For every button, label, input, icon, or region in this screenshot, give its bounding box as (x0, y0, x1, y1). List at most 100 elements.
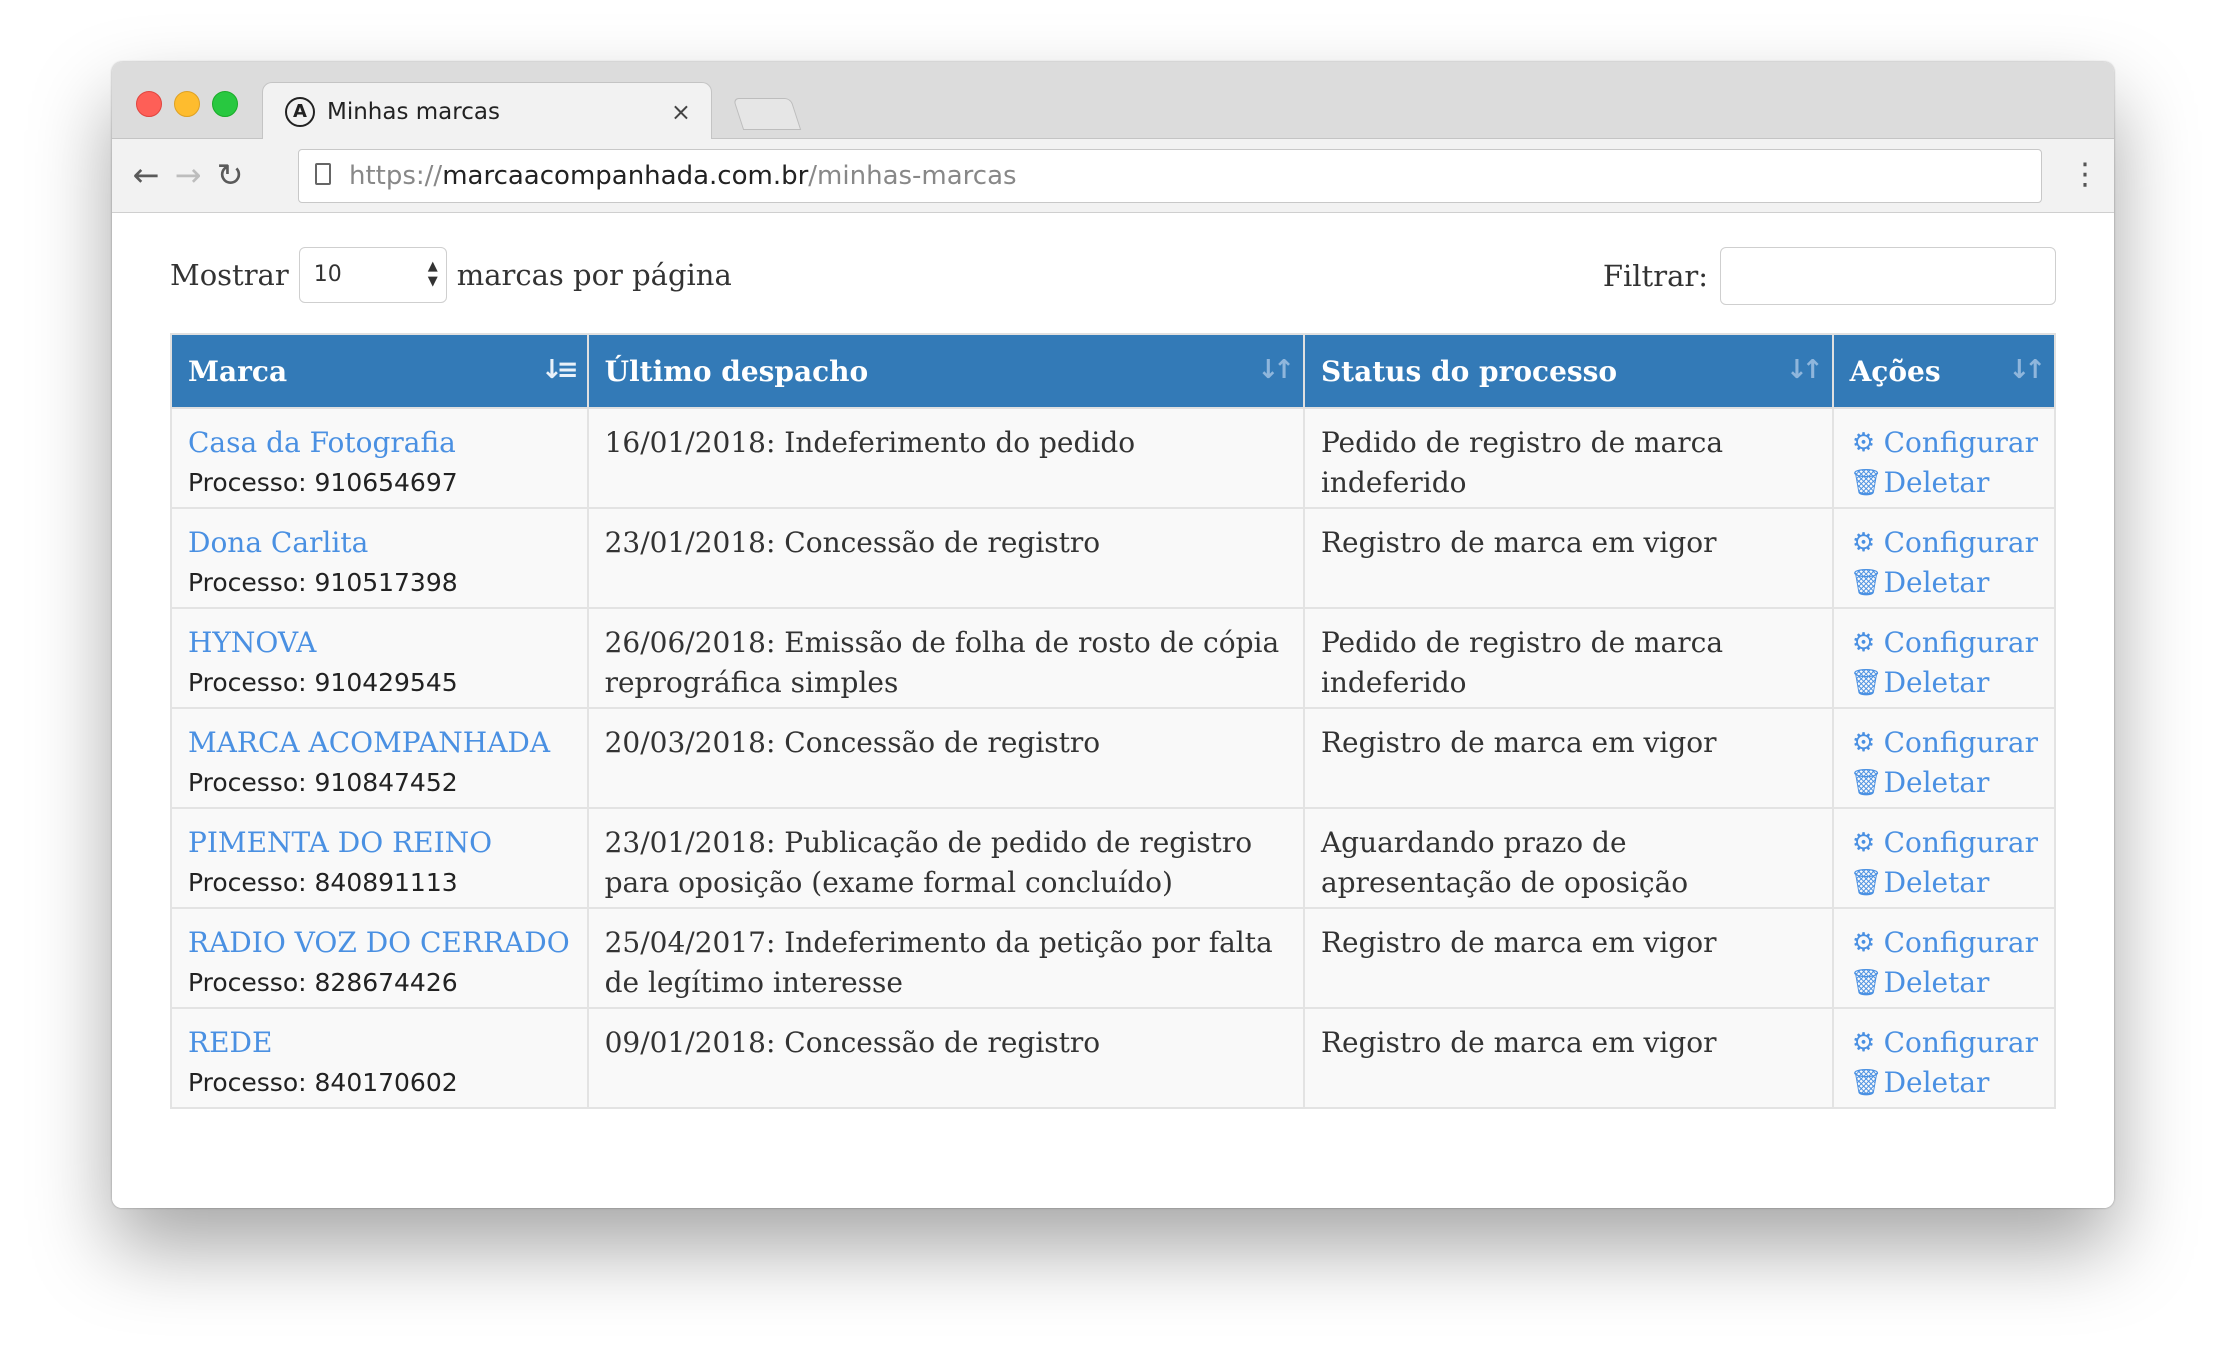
process-number: Processo: 828674426 (188, 968, 458, 997)
delete-link[interactable]: 🗑 Deletar (1850, 663, 2038, 703)
gear-icon: ⚙ (1851, 1028, 1876, 1058)
configure-label: Configurar (1883, 626, 2038, 659)
cell-despacho: 20/03/2018: Concessão de registro (586, 707, 1305, 809)
page-size-select[interactable]: 10 ▲ ▼ (298, 247, 447, 303)
process-number: Processo: 840891113 (188, 868, 458, 897)
page-icon (315, 163, 331, 185)
cell-despacho: 23/01/2018: Concessão de registro (586, 507, 1305, 609)
process-number: Processo: 840170602 (188, 1068, 458, 1097)
delete-link[interactable]: 🗑 Deletar (1850, 863, 2038, 903)
gear-icon: ⚙ (1851, 928, 1876, 958)
cell-status: Pedido de registro de marca indeferido (1302, 607, 1834, 709)
maximize-window-button[interactable] (212, 91, 238, 117)
forward-arrow-icon[interactable]: → (168, 155, 208, 195)
brand-link[interactable]: RADIO VOZ DO CERRADO (188, 923, 571, 963)
delete-link[interactable]: 🗑 Deletar (1850, 463, 2038, 503)
table-body: Casa da Fotografia Processo: 910654697 1… (170, 407, 2057, 1109)
reload-icon[interactable]: ↻ (210, 155, 250, 195)
trash-icon: 🗑 (1849, 468, 1883, 498)
sort-icon: ↓↑ (1785, 355, 1823, 385)
brand-link[interactable]: HYNOVA (188, 623, 571, 663)
gear-icon: ⚙ (1851, 528, 1876, 558)
cell-actions: ⚙ Configurar 🗑 Deletar (1831, 907, 2057, 1009)
brand-link[interactable]: Casa da Fotografia (188, 423, 571, 463)
cell-despacho: 09/01/2018: Concessão de registro (586, 1007, 1305, 1109)
back-arrow-icon[interactable]: ← (126, 155, 166, 195)
delete-label: Deletar (1883, 866, 1990, 899)
tab-title: Minhas marcas (327, 99, 500, 125)
sort-icon: ↓↑ (1257, 355, 1294, 385)
delete-label: Deletar (1883, 566, 1990, 599)
brand-link[interactable]: MARCA ACOMPANHADA (188, 723, 571, 763)
address-bar[interactable]: https://marcaacompanhada.com.br/minhas-m… (298, 149, 2042, 203)
configure-link[interactable]: ⚙ Configurar (1850, 823, 2038, 863)
cell-despacho: 23/01/2018: Publicação de pedido de regi… (586, 807, 1305, 909)
header-status[interactable]: Status do processo ↓↑ (1302, 333, 1834, 409)
page-size-control: Mostrar 10 ▲ ▼ marcas por página (170, 247, 732, 303)
show-label: Mostrar (170, 258, 289, 292)
brand-link[interactable]: PIMENTA DO REINO (188, 823, 571, 863)
configure-link[interactable]: ⚙ Configurar (1850, 423, 2038, 463)
url-text[interactable]: https://marcaacompanhada.com.br/minhas-m… (349, 159, 1017, 193)
filter-input[interactable] (1720, 247, 2056, 305)
close-window-button[interactable] (136, 91, 162, 117)
trash-icon: 🗑 (1849, 568, 1883, 598)
per-page-label: marcas por página (456, 258, 732, 292)
configure-link[interactable]: ⚙ Configurar (1850, 923, 2038, 963)
cell-actions: ⚙ Configurar 🗑 Deletar (1831, 607, 2057, 709)
title-bar: A Minhas marcas × (112, 62, 2114, 140)
gear-icon: ⚙ (1851, 728, 1876, 758)
process-number: Processo: 910847452 (188, 768, 458, 797)
table-row: Dona Carlita Processo: 910517398 23/01/2… (170, 507, 2057, 609)
header-marca[interactable]: Marca ↓≡ (170, 333, 589, 409)
sort-icon: ↓≡ (541, 355, 578, 385)
cell-marca: MARCA ACOMPANHADA Processo: 910847452 (170, 707, 589, 809)
trash-icon: 🗑 (1849, 868, 1883, 898)
url-scheme: https:// (349, 161, 443, 191)
favicon-icon: A (285, 97, 315, 127)
trash-icon: 🗑 (1849, 1068, 1883, 1098)
cell-marca: PIMENTA DO REINO Processo: 840891113 (170, 807, 589, 909)
trash-icon: 🗑 (1849, 968, 1883, 998)
brand-link[interactable]: REDE (188, 1023, 571, 1063)
table-row: REDE Processo: 840170602 09/01/2018: Con… (170, 1007, 2057, 1109)
delete-link[interactable]: 🗑 Deletar (1850, 963, 2038, 1003)
delete-label: Deletar (1883, 466, 1990, 499)
browser-tab[interactable]: A Minhas marcas × (262, 82, 712, 140)
cell-marca: HYNOVA Processo: 910429545 (170, 607, 589, 709)
delete-label: Deletar (1883, 1066, 1990, 1099)
configure-link[interactable]: ⚙ Configurar (1850, 623, 2038, 663)
minimize-window-button[interactable] (174, 91, 200, 117)
menu-dots-icon[interactable]: ⋮ (2070, 155, 2100, 195)
gear-icon: ⚙ (1851, 428, 1876, 458)
configure-label: Configurar (1883, 526, 2038, 559)
cell-actions: ⚙ Configurar 🗑 Deletar (1831, 707, 2057, 809)
delete-label: Deletar (1883, 966, 1990, 999)
configure-link[interactable]: ⚙ Configurar (1850, 523, 2038, 563)
header-ultimo-despacho[interactable]: Último despacho ↓↑ (586, 333, 1305, 409)
delete-link[interactable]: 🗑 Deletar (1850, 563, 2038, 603)
new-tab-button[interactable] (732, 98, 802, 130)
cell-status: Aguardando prazo de apresentação de opos… (1302, 807, 1834, 909)
gear-icon: ⚙ (1851, 628, 1876, 658)
cell-actions: ⚙ Configurar 🗑 Deletar (1831, 807, 2057, 909)
cell-actions: ⚙ Configurar 🗑 Deletar (1831, 1007, 2057, 1109)
cell-marca: RADIO VOZ DO CERRADO Processo: 828674426 (170, 907, 589, 1009)
delete-label: Deletar (1883, 766, 1990, 799)
configure-link[interactable]: ⚙ Configurar (1850, 1023, 2038, 1063)
cell-actions: ⚙ Configurar 🗑 Deletar (1831, 407, 2057, 509)
configure-link[interactable]: ⚙ Configurar (1850, 723, 2038, 763)
browser-window: A Minhas marcas × ← → ↻ https://marcaaco… (112, 62, 2114, 1208)
cell-status: Registro de marca em vigor (1302, 1007, 1834, 1109)
select-arrows-icon: ▲ ▼ (427, 259, 438, 289)
delete-label: Deletar (1883, 666, 1990, 699)
brand-link[interactable]: Dona Carlita (188, 523, 571, 563)
delete-link[interactable]: 🗑 Deletar (1850, 1063, 2038, 1103)
delete-link[interactable]: 🗑 Deletar (1850, 763, 2038, 803)
table-row: RADIO VOZ DO CERRADO Processo: 828674426… (170, 907, 2057, 1009)
header-acoes[interactable]: Ações ↓↑ (1831, 333, 2057, 409)
browser-toolbar: ← → ↻ https://marcaacompanhada.com.br/mi… (112, 139, 2114, 213)
url-host: marcaacompanhada.com.br (442, 161, 809, 191)
configure-label: Configurar (1883, 926, 2038, 959)
tab-close-icon[interactable]: × (671, 97, 691, 127)
